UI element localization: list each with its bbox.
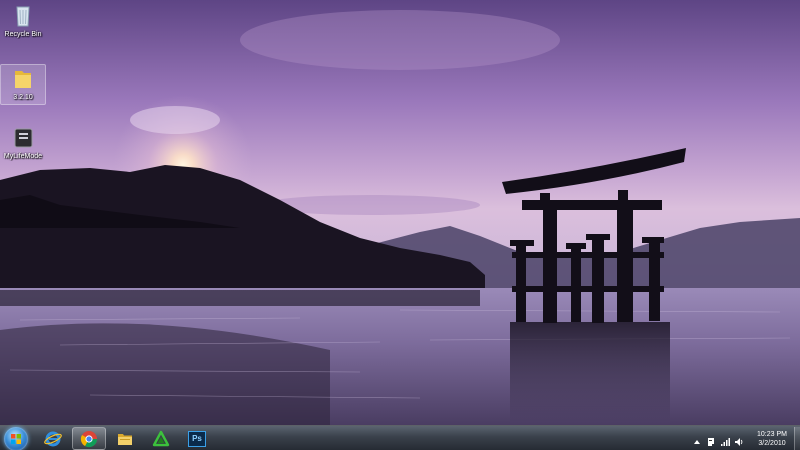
- clock-date: 3/2/2010: [758, 439, 786, 447]
- clock-time: 10:23 PM: [757, 430, 787, 438]
- desktop-wallpaper: [0, 0, 800, 425]
- recycle-bin-label: Recycle Bin: [4, 31, 42, 38]
- folder-icon: [118, 433, 132, 445]
- taskbar-green-app[interactable]: [144, 427, 178, 450]
- notification-area: 10:23 PM 3/2/2010: [692, 426, 792, 450]
- folder-label: 3.2.10: [13, 94, 33, 101]
- windows-logo-icon: [11, 434, 21, 444]
- taskbar: Ps 10:23 PM 3/2/2010: [0, 425, 800, 450]
- recycle-bin-icon: [10, 4, 36, 28]
- selection-highlight: 3.2.10: [0, 64, 46, 105]
- system-clock[interactable]: 10:23 PM 3/2/2010: [752, 430, 792, 448]
- taskbar-photoshop[interactable]: Ps: [180, 427, 214, 450]
- taskbar-windows-explorer[interactable]: [108, 427, 142, 450]
- photoshop-icon-text: Ps: [192, 433, 202, 443]
- taskbar-chrome[interactable]: [72, 427, 106, 450]
- folder-icon: [10, 67, 36, 91]
- recycle-bin-shortcut[interactable]: Recycle Bin: [0, 4, 46, 39]
- app-icon: [10, 126, 36, 150]
- action-center-icon[interactable]: [706, 434, 716, 446]
- start-button[interactable]: [4, 427, 28, 450]
- network-icon[interactable]: [720, 434, 730, 446]
- photoshop-icon: Ps: [188, 430, 206, 447]
- green-app-icon: [152, 430, 170, 446]
- volume-icon[interactable]: [734, 434, 744, 446]
- chrome-icon: [80, 430, 98, 447]
- show-hidden-icons-icon[interactable]: [692, 434, 702, 444]
- show-desktop-button[interactable]: [794, 427, 800, 450]
- internet-explorer-icon: [44, 431, 62, 446]
- mylifemode-shortcut[interactable]: MyLifeMode: [0, 126, 46, 161]
- folder-shortcut[interactable]: 3.2.10: [0, 64, 46, 105]
- taskbar-internet-explorer[interactable]: [36, 427, 70, 450]
- mylifemode-label: MyLifeMode: [3, 153, 43, 160]
